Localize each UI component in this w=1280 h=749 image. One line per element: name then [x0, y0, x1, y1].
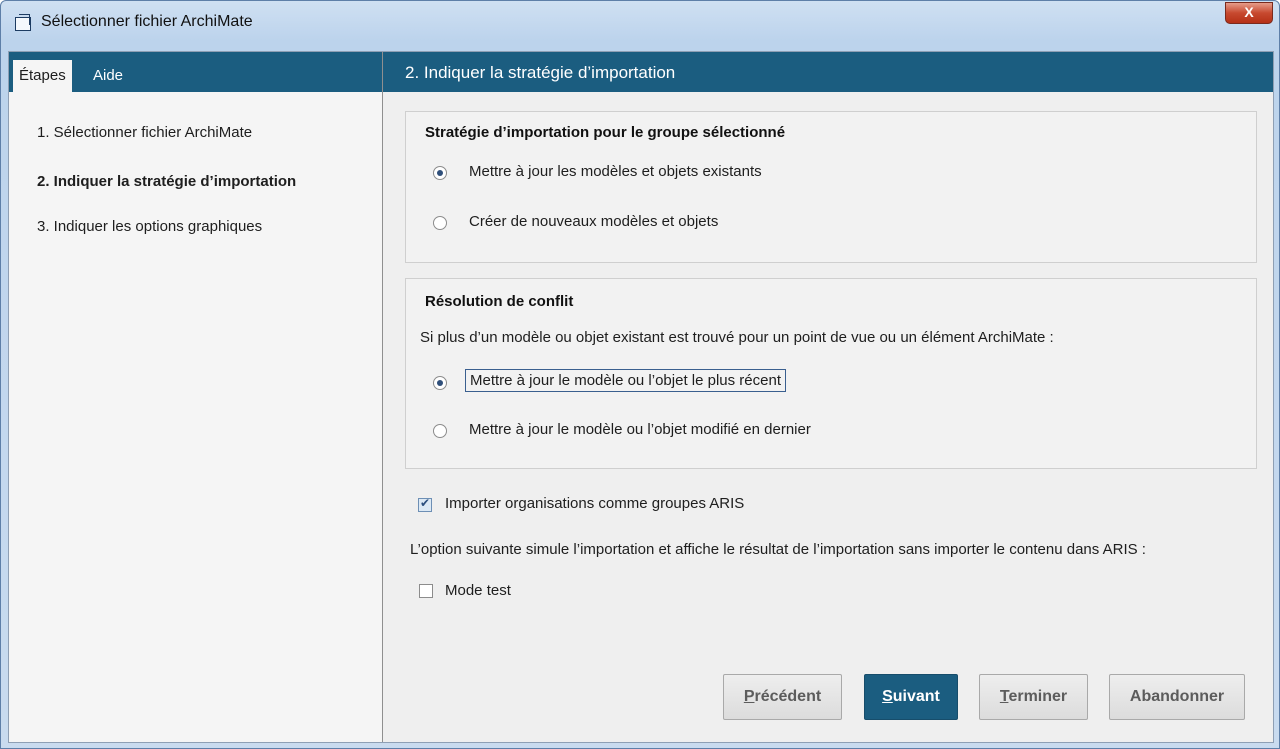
steps-tab-bar: Étapes Aide [9, 52, 382, 92]
dialog-window: Sélectionner fichier ArchiMate X Étapes … [0, 0, 1280, 749]
tab-aide[interactable]: Aide [87, 60, 129, 92]
test-mode-note: L’option suivante simule l’importation e… [410, 541, 1146, 558]
test-mode-checkbox[interactable] [419, 584, 433, 598]
step-3-graphic-options[interactable]: 3. Indiquer les options graphiques [37, 218, 262, 235]
content-panel: 2. Indiquer la stratégie d’importation S… [383, 52, 1273, 742]
conflict-description: Si plus d’un modèle ou objet existant es… [420, 329, 1054, 346]
radio-create-new-label[interactable]: Créer de nouveaux modèles et objets [469, 213, 718, 230]
conflict-resolution-group: Résolution de conflit Si plus d’un modèl… [405, 278, 1257, 469]
radio-most-recent-control[interactable] [433, 376, 447, 390]
next-label-rest: uivant [892, 688, 940, 705]
radio-update-existing-control[interactable] [433, 166, 447, 180]
window-icon [15, 14, 31, 31]
step-2-import-strategy[interactable]: 2. Indiquer la stratégie d’importation [37, 173, 296, 190]
dialog-body: Étapes Aide 1. Sélectionner fichier Arch… [8, 51, 1274, 743]
radio-most-recent-label[interactable]: Mettre à jour le modèle ou l’objet le pl… [465, 369, 787, 392]
previous-label-rest: récédent [754, 688, 822, 705]
title-bar[interactable]: Sélectionner fichier ArchiMate X [1, 1, 1279, 45]
next-mnemonic: S [882, 688, 893, 705]
import-strategy-title: Stratégie d’importation pour le groupe s… [425, 124, 786, 141]
finish-label-rest: erminer [1008, 688, 1068, 705]
tab-etapes[interactable]: Étapes [13, 60, 72, 92]
window-title: Sélectionner fichier ArchiMate [41, 13, 253, 30]
radio-create-new-control[interactable] [433, 216, 447, 230]
radio-update-existing-label[interactable]: Mettre à jour les modèles et objets exis… [469, 163, 762, 180]
previous-button[interactable]: Précédent [723, 674, 842, 720]
import-orgs-checkbox[interactable] [418, 496, 432, 512]
conflict-title: Résolution de conflit [425, 293, 574, 310]
import-strategy-group: Stratégie d’importation pour le groupe s… [405, 111, 1257, 263]
radio-last-modified-label[interactable]: Mettre à jour le modèle ou l’objet modif… [469, 421, 811, 438]
close-button[interactable]: X [1225, 2, 1273, 24]
test-mode-label[interactable]: Mode test [445, 582, 511, 599]
step-1-select-file[interactable]: 1. Sélectionner fichier ArchiMate [37, 124, 252, 141]
page-title: 2. Indiquer la stratégie d’importation [383, 52, 1273, 92]
next-button[interactable]: Suivant [864, 674, 958, 720]
cancel-button[interactable]: Abandonner [1109, 674, 1245, 720]
radio-last-modified-control[interactable] [433, 424, 447, 438]
previous-mnemonic: P [743, 688, 755, 705]
finish-button[interactable]: Terminer [979, 674, 1088, 720]
import-orgs-label[interactable]: Importer organisations comme groupes ARI… [445, 495, 744, 512]
steps-panel: Étapes Aide 1. Sélectionner fichier Arch… [9, 52, 383, 742]
